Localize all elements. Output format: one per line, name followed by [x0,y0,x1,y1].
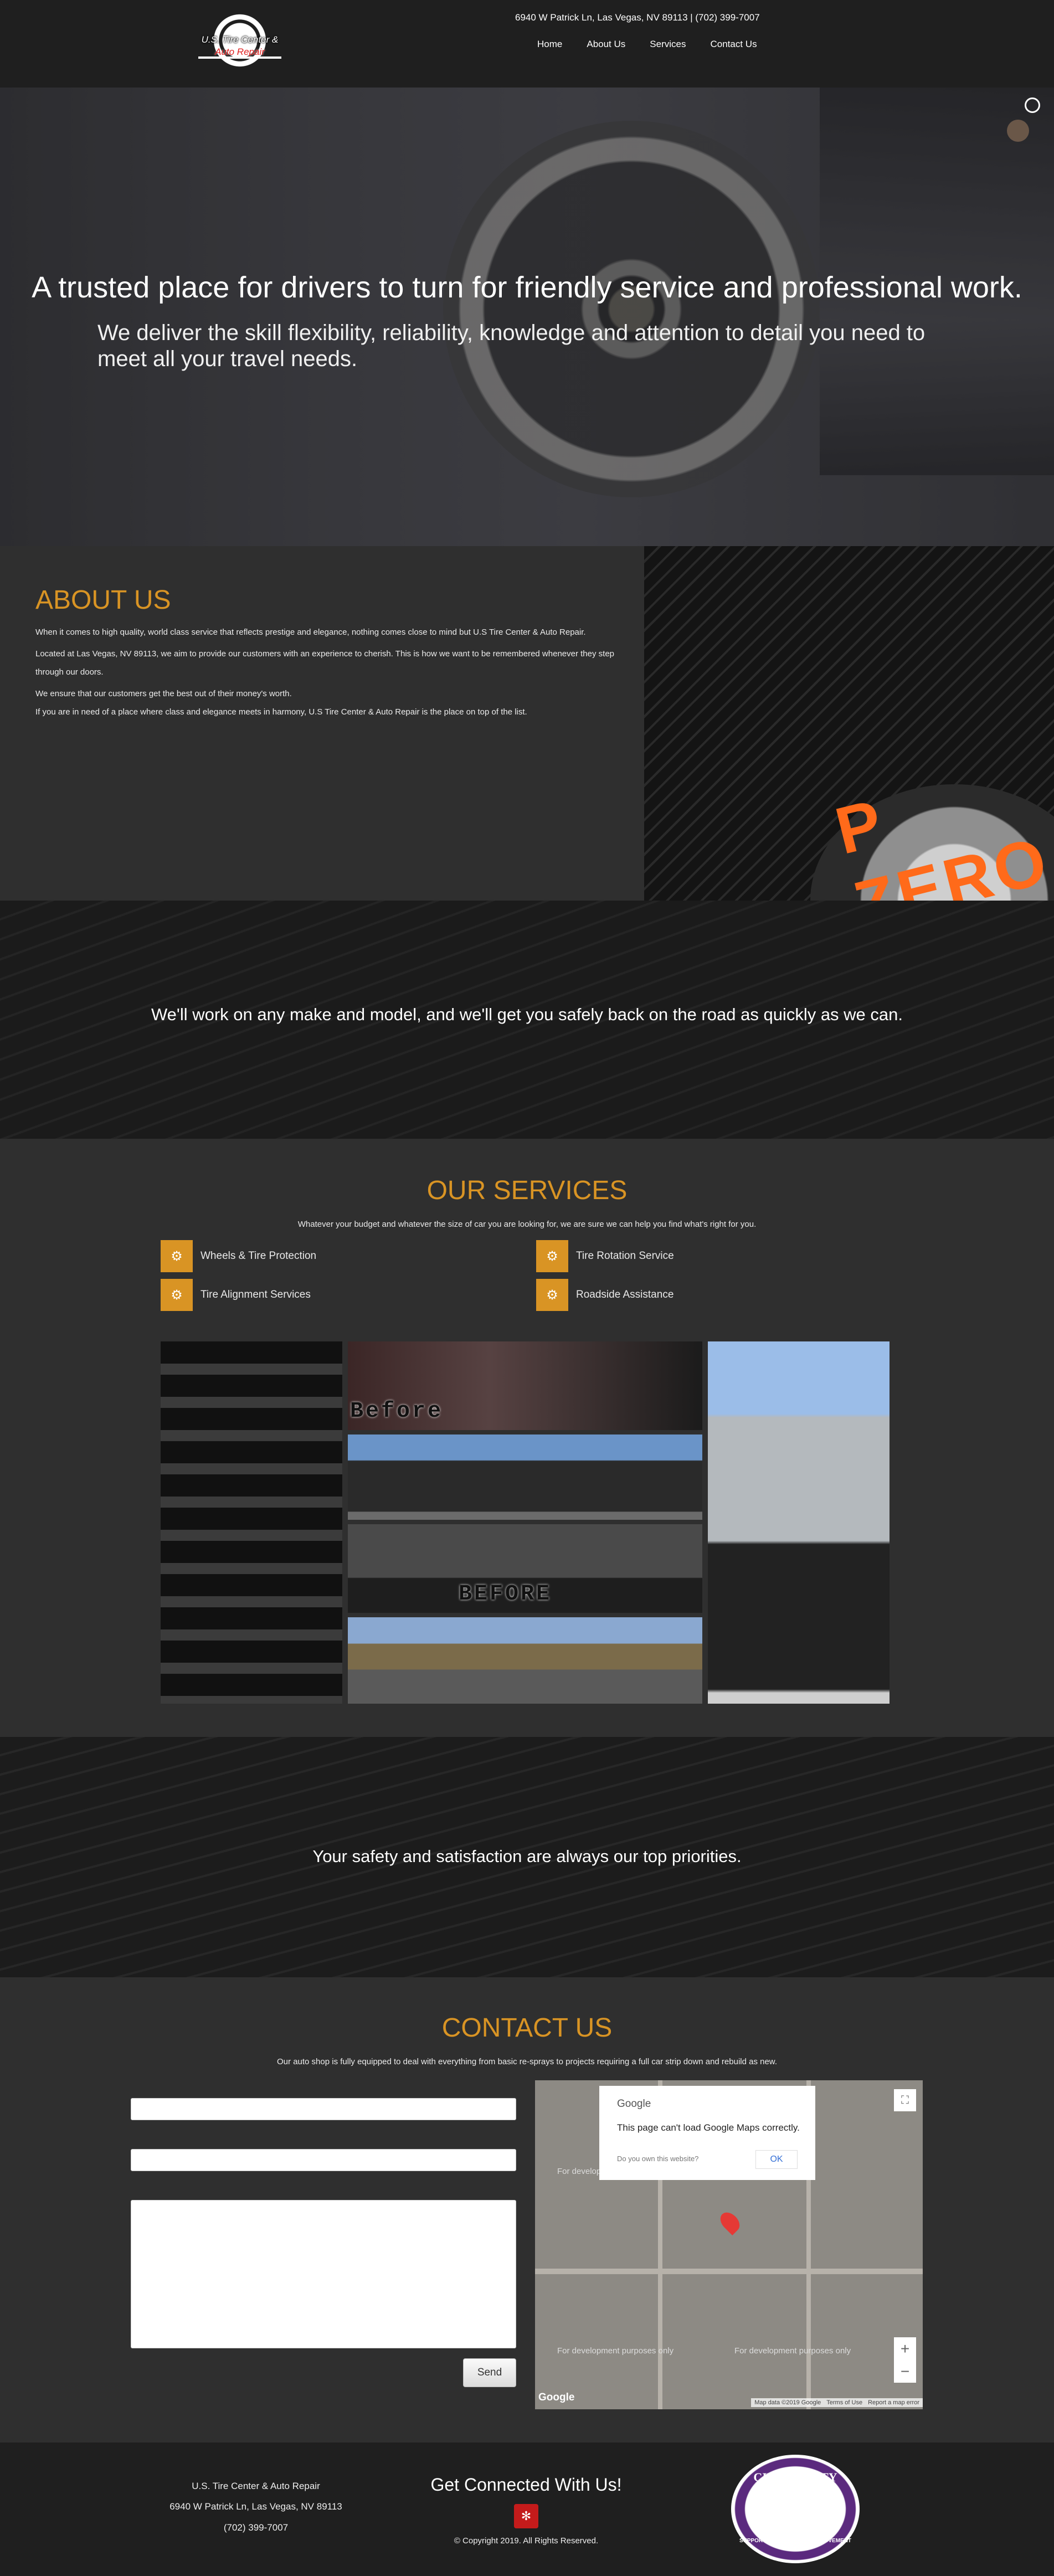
gears-icon: ⚙ [536,1279,568,1311]
about-paragraph: Located at Las Vegas, NV 89113, we aim t… [35,649,615,677]
map-dev-text: For development purposes only [734,2346,851,2356]
service-item: ⚙ Roadside Assistance [536,1278,673,1312]
site-logo[interactable]: U.S. Tire Center & Auto Repair [187,10,292,76]
gears-icon: ⚙ [536,1240,568,1272]
connect-title: Get Connected With Us! [430,2475,622,2495]
about-section: ABOUT US When it comes to high quality, … [0,546,1054,901]
badge-title: CITY TO CITY MARKET [753,2470,837,2498]
gallery-sedan-image[interactable] [348,1617,702,1704]
gears-icon: ⚙ [161,1240,193,1272]
map-pin-icon[interactable] [716,2208,744,2236]
about-paragraph: If you are in need of a place where clas… [35,707,527,717]
gallery-before-image-1[interactable]: Before [348,1341,702,1430]
tire-tread-image: P ZERO [644,546,1054,901]
service-gallery: Before BEFORE [161,1341,890,1704]
site-footer: U.S. Tire Center & Auto Repair 6940 W Pa… [0,2443,1054,2576]
services-title: OUR SERVICES [426,1176,628,1205]
dialog-question-link[interactable]: Do you own this website? [617,2155,698,2163]
nav-services[interactable]: Services [650,39,686,50]
google-map[interactable]: For development purposes only For develo… [535,2080,923,2409]
service-label: Tire Rotation Service [576,1250,674,1262]
gallery-truck-image[interactable] [348,1434,702,1520]
map-attribution: Map data ©2019 Google Terms of Use Repor… [751,2398,923,2407]
footer-business-name: U.S. Tire Center & Auto Repair [192,2481,320,2491]
send-button[interactable]: Send [463,2358,516,2387]
report-error-link[interactable]: Report a map error [868,2399,919,2406]
service-item: ⚙ Wheels & Tire Protection [161,1240,316,1273]
gallery-suv-image[interactable] [708,1341,890,1704]
google-logo: Google [538,2392,575,2403]
fullscreen-icon[interactable]: ⛶ [894,2089,916,2111]
logo-divider [198,56,281,59]
badge-subtitle: SUPPORT THE "BUY LOCAL" MOVEMENT [739,2538,852,2544]
service-label: Wheels & Tire Protection [200,1250,317,1262]
hero-subtext: We deliver the skill flexibility, reliab… [97,321,926,372]
services-subtitle: Whatever your budget and whatever the si… [297,1220,757,1229]
before-label: Before [350,1399,444,1424]
service-item: ⚙ Tire Alignment Services [161,1278,311,1312]
hero-badge-icon [1007,120,1029,142]
nav-home[interactable]: Home [537,39,562,50]
message-field[interactable] [131,2200,516,2348]
before-label: BEFORE [459,1582,552,1607]
header-address: 6940 W Patrick Ln, Las Vegas, NV 89113 |… [515,12,760,23]
contact-section: CONTACT US Our auto shop is fully equipp… [0,1977,1054,2443]
city-to-city-market-badge[interactable]: CITY TO CITY MARKET SUPPORT THE "BUY LOC… [731,2455,860,2563]
contact-subtitle: Our auto shop is fully equipped to deal … [277,2057,777,2066]
main-nav: Home About Us Services Contact Us [537,39,757,50]
zoom-out-button[interactable]: − [894,2360,916,2383]
dialog-brand: Google [617,2098,651,2110]
logo-text-line2: Auto Repair [215,47,265,57]
map-dev-text: For development purposes only [557,2346,674,2356]
services-section: OUR SERVICES Whatever your budget and wh… [0,1139,1054,1737]
tagline-2: Your safety and satisfaction are always … [312,1847,742,1866]
yelp-icon[interactable]: ✻ [514,2504,538,2528]
tagline-1: We'll work on any make and model, and we… [151,1005,903,1024]
zoom-in-button[interactable]: + [894,2337,916,2360]
tire-brand-text: P ZERO [828,785,1054,901]
footer-info: U.S. Tire Center & Auto Repair 6940 W Pa… [145,2476,367,2538]
hero-section: A trusted place for drivers to turn for … [0,88,1054,546]
copyright: © Copyright 2019. All Rights Reserved. [454,2536,599,2546]
tagline-band-2: Your safety and satisfaction are always … [0,1737,1054,1977]
maps-error-dialog: Google This page can't load Google Maps … [599,2086,815,2180]
gears-icon: ⚙ [161,1279,193,1311]
gallery-tire-stack-image[interactable] [161,1341,342,1704]
slider-indicator-icon[interactable] [1025,97,1040,113]
footer-address: 6940 W Patrick Ln, Las Vegas, NV 89113 [169,2501,342,2512]
footer-connect: Get Connected With Us! ✻ © Copyright 201… [388,2475,665,2546]
service-label: Roadside Assistance [576,1289,674,1300]
about-title: ABOUT US [35,585,171,615]
footer-phone[interactable]: (702) 399-7007 [145,2517,367,2538]
nav-contact-us[interactable]: Contact Us [710,39,757,50]
nav-about-us[interactable]: About Us [587,39,625,50]
about-paragraph: When it comes to high quality, world cla… [35,628,586,637]
map-data-text: Map data ©2019 Google [754,2399,821,2406]
hero-headline: A trusted place for drivers to turn for … [32,271,1022,304]
site-header: U.S. Tire Center & Auto Repair 6940 W Pa… [0,0,1054,88]
logo-text-line1: U.S. Tire Center & [201,34,279,45]
name-field[interactable] [131,2098,516,2120]
about-text: ABOUT US When it comes to high quality, … [35,585,634,721]
dialog-ok-button[interactable]: OK [755,2150,798,2169]
contact-title: CONTACT US [441,2013,613,2043]
terms-link[interactable]: Terms of Use [826,2399,862,2406]
service-label: Tire Alignment Services [200,1289,311,1300]
email-field[interactable] [131,2149,516,2171]
about-paragraph: We ensure that our customers get the bes… [35,689,292,698]
tagline-band-1: We'll work on any make and model, and we… [0,901,1054,1139]
gallery-before-image-2[interactable]: BEFORE [348,1524,702,1613]
dialog-message: This page can't load Google Maps correct… [617,2122,800,2133]
service-item: ⚙ Tire Rotation Service [536,1240,674,1273]
zoom-control: + − [894,2337,916,2383]
